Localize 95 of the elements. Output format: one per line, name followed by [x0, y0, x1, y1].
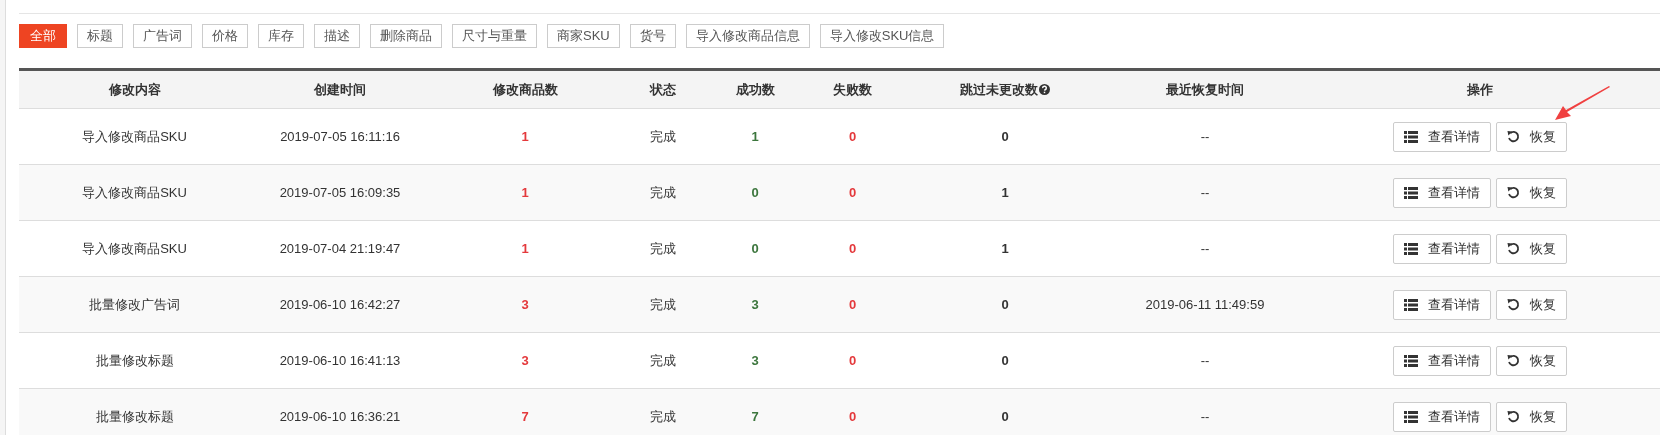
table-cell-text: 批量修改标题: [94, 407, 175, 426]
table-cell-text: 0: [1000, 295, 1010, 314]
table-cell-text: 2019-07-05 16:11:16: [279, 127, 401, 146]
table-cell-text: --: [1199, 407, 1211, 426]
details-button[interactable]: 查看详情: [1393, 401, 1491, 432]
details-button[interactable]: 查看详情: [1393, 289, 1491, 320]
table-cell-text: --: [1199, 183, 1211, 202]
list-icon: [1404, 354, 1418, 367]
details-button[interactable]: 查看详情: [1393, 177, 1491, 208]
column-header: 最近恢复时间: [1166, 80, 1244, 99]
list-icon: [1404, 410, 1418, 423]
table-cell-text: 1: [520, 183, 530, 202]
table-cell-text: 导入修改商品SKU: [81, 127, 188, 146]
table-cell-text: 2019-06-10 16:41:13: [278, 351, 402, 370]
table-cell-text: 0: [847, 183, 858, 202]
table-cell-text: 3: [750, 351, 760, 370]
table-cell-text: 完成: [648, 407, 677, 426]
table-cell-text: 批量修改广告词: [88, 295, 181, 314]
restore-button[interactable]: 恢复: [1496, 289, 1567, 320]
table-cell-text: 1: [1000, 239, 1010, 258]
details-button[interactable]: 查看详情: [1393, 121, 1491, 152]
table-cell-text: 1: [750, 127, 760, 146]
table-cell-text: --: [1199, 127, 1211, 146]
restore-button[interactable]: 恢复: [1496, 233, 1567, 264]
filter-tab[interactable]: 广告词: [133, 24, 192, 48]
undo-icon: [1507, 354, 1520, 367]
filter-tab[interactable]: 库存: [258, 24, 304, 48]
details-button[interactable]: 查看详情: [1393, 233, 1491, 264]
undo-icon: [1507, 242, 1520, 255]
list-icon: [1404, 298, 1418, 311]
filter-tab[interactable]: 货号: [629, 24, 676, 48]
table-cell-text: 完成: [648, 127, 677, 146]
arrow-drawing: [1553, 85, 1611, 122]
filter-tab[interactable]: 导入修改SKU信息: [819, 24, 945, 48]
restore-button[interactable]: 恢复: [1496, 345, 1567, 376]
filter-tab[interactable]: 价格: [202, 24, 248, 48]
undo-icon: [1507, 298, 1520, 311]
table-cell-text: 2019-07-05 16:09:35: [278, 183, 402, 202]
column-header: 操作: [1467, 80, 1493, 99]
table-cell-text: 1: [520, 127, 530, 146]
column-header: 修改内容: [108, 80, 161, 99]
table-cell-text: 0: [847, 239, 858, 258]
table-cell-text: 0: [750, 183, 760, 202]
table-cell-text: 7: [520, 407, 530, 426]
details-button[interactable]: 查看详情: [1393, 345, 1491, 376]
table-cell-text: 3: [520, 351, 530, 370]
table-cell-text: 完成: [648, 351, 677, 370]
restore-button[interactable]: 恢复: [1496, 177, 1567, 208]
column-header: 跳过未更改数: [960, 80, 1038, 99]
table-cell-text: 完成: [648, 239, 677, 258]
table-cell-text: 0: [1000, 351, 1010, 370]
table-cell-text: 0: [847, 295, 858, 314]
restore-button[interactable]: 恢复: [1496, 401, 1567, 432]
list-icon: [1404, 242, 1418, 255]
table-cell-text: 2019-06-10 16:36:21: [278, 407, 402, 426]
column-header: 创建时间: [314, 80, 366, 99]
table-cell-text: --: [1199, 351, 1211, 370]
filter-tab[interactable]: 标题: [77, 24, 123, 48]
filter-tab[interactable]: 描述: [314, 24, 360, 48]
undo-icon: [1507, 410, 1520, 423]
table-cell-text: 完成: [648, 295, 677, 314]
table-cell-text: 2019-06-11 11:49:59: [1144, 295, 1266, 314]
table-cell-text: 导入修改商品SKU: [81, 239, 188, 258]
table-cell-text: 2019-06-10 16:42:27: [278, 295, 402, 314]
restore-button[interactable]: 恢复: [1496, 121, 1567, 152]
table-cell-text: 0: [847, 407, 858, 426]
table-cell-text: 完成: [648, 183, 677, 202]
column-header: 修改商品数: [492, 80, 558, 99]
filter-tab[interactable]: 删除商品: [370, 24, 442, 48]
table-cell-text: 导入修改商品SKU: [81, 183, 188, 202]
table-cell-text: 0: [1000, 127, 1010, 146]
filter-tab[interactable]: 全部: [19, 24, 67, 48]
undo-icon: [1507, 130, 1520, 143]
column-header: 失败数: [833, 80, 872, 99]
table-cell-text: 3: [520, 295, 530, 314]
table-cell-text: 2019-07-04 21:19:47: [278, 239, 402, 258]
table-cell-text: 0: [847, 127, 858, 146]
table-cell-text: 0: [750, 239, 760, 258]
list-icon: [1404, 130, 1418, 143]
table-cell-text: --: [1199, 239, 1211, 258]
table-cell-text: 3: [750, 295, 760, 314]
list-icon: [1404, 186, 1418, 199]
table-cell-text: 0: [847, 351, 858, 370]
table-cell-text: 批量修改标题: [94, 351, 175, 370]
filter-tab[interactable]: 商家SKU: [547, 24, 620, 48]
help-icon: [1039, 84, 1050, 95]
table-cell-text: 7: [750, 407, 760, 426]
table-cell-text: 1: [1000, 183, 1010, 202]
filter-tab[interactable]: 尺寸与重量: [452, 24, 537, 48]
table-cell-text: 1: [520, 239, 530, 258]
filter-tab[interactable]: 导入修改商品信息: [685, 24, 810, 48]
table-cell-text: 0: [1000, 407, 1010, 426]
column-header: 状态: [649, 80, 676, 99]
column-header: 成功数: [735, 80, 775, 99]
undo-icon: [1507, 186, 1520, 199]
